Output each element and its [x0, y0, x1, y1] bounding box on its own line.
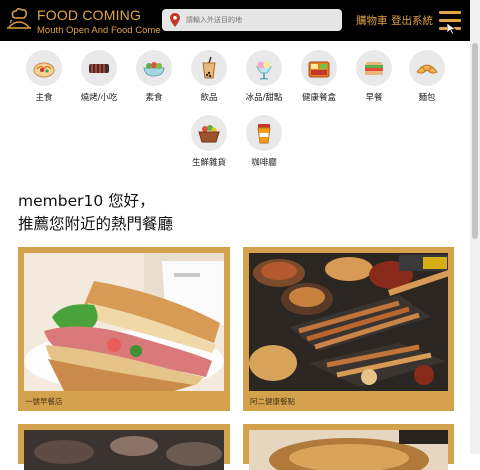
menu-bar-line [439, 19, 461, 22]
category-icon-circle [136, 50, 172, 86]
mouse-cursor-icon [447, 23, 457, 35]
soup-bowl-photo-image [249, 430, 448, 470]
category-vegetarian[interactable]: 素食 [126, 50, 182, 103]
category-label: 冰品/甜點 [245, 93, 283, 103]
greeting-line: member10 您好， [18, 192, 155, 210]
salad-icon [143, 62, 165, 77]
category-icon-circle [246, 50, 282, 86]
category-icon-circle [246, 115, 282, 151]
sandwich-icon [365, 62, 383, 75]
category-icon-circle [191, 50, 227, 86]
restaurant-name: 一號早餐店 [25, 397, 63, 406]
grill-icon [89, 64, 109, 73]
address-search-input[interactable] [186, 16, 326, 24]
brand-title: FOOD COMING [37, 7, 142, 23]
restaurant-photo [24, 253, 224, 391]
ice-cream-icon [256, 61, 272, 80]
category-label: 素食 [145, 93, 163, 103]
greeting-heading: member10 您好， 推薦您附近的熱門餐廳 [18, 190, 173, 236]
category-icon-circle [81, 50, 117, 86]
skewer-platter-photo-image [249, 253, 448, 391]
category-bbq-snacks[interactable]: 燒烤/小吃 [71, 50, 127, 103]
category-drinks[interactable]: 飲品 [181, 50, 237, 103]
category-label: 咖啡廳 [251, 158, 277, 168]
bento-box-icon [308, 61, 330, 78]
menu-bar-line [439, 11, 461, 14]
logout-link[interactable]: 登出系統 [391, 13, 433, 28]
category-icon-circle [191, 115, 227, 151]
category-label: 早餐 [365, 93, 383, 103]
grocery-basket-icon [198, 125, 220, 143]
restaurant-card[interactable]: 阿二健康餐點 [243, 247, 454, 411]
restaurant-name: 阿二健康餐點 [250, 397, 295, 406]
category-label: 生鮮雜貨 [191, 158, 226, 168]
cart-link[interactable]: 購物車 [356, 13, 388, 28]
category-label: 飲品 [200, 93, 218, 103]
croissant-icon [416, 64, 438, 74]
category-bread[interactable]: 麵包 [399, 50, 455, 103]
chef-logo-icon[interactable] [4, 5, 34, 35]
category-healthy-box[interactable]: 健康餐盒 [291, 50, 347, 103]
category-icon-circle [356, 50, 392, 86]
restaurant-photo [249, 253, 448, 391]
dishes-photo-image [24, 430, 224, 470]
category-main-food[interactable]: 主食 [16, 50, 72, 103]
page-scrollbar[interactable] [470, 0, 480, 454]
location-pin-icon [170, 13, 180, 27]
category-icon-circle [409, 50, 445, 86]
category-breakfast[interactable]: 早餐 [346, 50, 402, 103]
recommend-heading: 推薦您附近的熱門餐廳 [18, 215, 174, 233]
category-label: 麵包 [418, 93, 436, 103]
category-grocery[interactable]: 生鮮雜貨 [181, 115, 237, 168]
category-icon-circle [26, 50, 62, 86]
top-navbar: FOOD COMING Mouth Open And Food Come 購物車… [0, 0, 470, 41]
restaurant-photo [249, 430, 448, 470]
brand-subtitle: Mouth Open And Food Come [37, 25, 161, 36]
coffee-cup-icon [257, 124, 271, 144]
category-label: 燒烤/小吃 [80, 93, 118, 103]
noodle-bowl-icon [33, 62, 55, 78]
restaurant-card[interactable] [18, 424, 230, 470]
category-label: 主食 [35, 93, 53, 103]
sandwich-photo-image [24, 253, 224, 391]
bubble-tea-icon [202, 56, 216, 79]
restaurant-photo [24, 430, 224, 470]
scrollbar-thumb[interactable] [472, 43, 478, 239]
category-icon-circle [301, 50, 337, 86]
category-label: 健康餐盒 [301, 93, 336, 103]
restaurant-card[interactable] [243, 424, 454, 470]
category-cafe[interactable]: 咖啡廳 [236, 115, 292, 168]
restaurant-card[interactable]: 一號早餐店 [18, 247, 230, 411]
address-search-bar[interactable] [162, 9, 342, 31]
category-ice-dessert[interactable]: 冰品/甜點 [236, 50, 292, 103]
